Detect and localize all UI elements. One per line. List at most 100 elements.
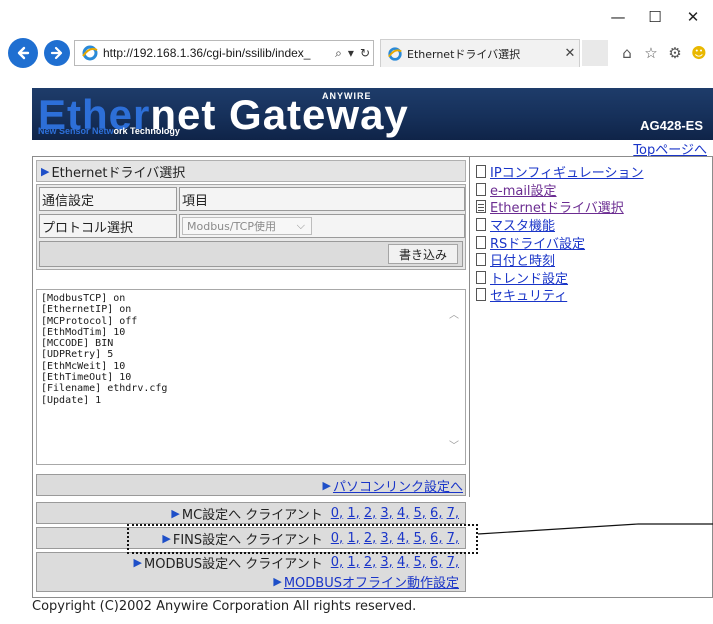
menu-item[interactable]: RSドライバ設定 [476, 233, 644, 252]
triangle-right-icon: ▶ [41, 164, 50, 178]
tab-close-icon[interactable]: ✕ [561, 46, 579, 61]
menu-item[interactable]: セキュリティ [476, 286, 644, 304]
config-line: [MCCODE] BIN [41, 338, 114, 350]
pc-link-row: ▶ パソコンリンク設定へ [36, 474, 466, 496]
minimize-button[interactable]: — [603, 4, 633, 30]
client-4-link[interactable]: 4, [397, 506, 409, 521]
home-icon[interactable]: ⌂ [617, 44, 637, 62]
modbus-row: ▶ MODBUS設定へ クライアント 0, 1, 2, 3, 4, 5, 6, … [36, 552, 466, 592]
copyright: Copyright (C)2002 Anywire Corporation Al… [32, 599, 417, 614]
client-0-link[interactable]: 0, [331, 506, 343, 521]
menu-item-link[interactable]: 日付と時刻 [490, 250, 555, 269]
client-4-link[interactable]: 4, [397, 555, 409, 570]
client-1-link[interactable]: 1, [347, 506, 359, 521]
menu-item-link[interactable]: マスタ機能 [490, 215, 555, 234]
write-button[interactable]: 書き込み [388, 244, 458, 264]
star-icon[interactable]: ☆ [641, 44, 661, 62]
new-tab-button[interactable] [582, 40, 608, 66]
client-7-link[interactable]: 7, [447, 555, 459, 570]
modbus-client-links: 0, 1, 2, 3, 4, 5, 6, 7, [331, 555, 459, 570]
config-line: [ModbusTCP] on [41, 293, 126, 304]
menu-item-link[interactable]: トレンド設定 [490, 268, 568, 287]
config-line: [Filename] ethdrv.cfg [41, 383, 168, 395]
config-line: [EthernetIP] on [41, 304, 132, 316]
mc-label: MC設定へ クライアント [181, 507, 323, 523]
header-label: 通信設定 [39, 187, 177, 211]
modbus-label: MODBUS設定へ クライアント [144, 557, 323, 572]
forward-button[interactable] [44, 40, 70, 66]
config-line: [MCProtocol] off [41, 315, 138, 327]
triangle-right-icon: ▶ [133, 556, 142, 569]
browser-tab[interactable]: Ethernetドライバ選択 ✕ [380, 39, 580, 67]
document-icon [476, 270, 486, 284]
client-2-link[interactable]: 2, [364, 506, 376, 521]
client-5-link[interactable]: 5, [414, 506, 426, 521]
config-textarea[interactable]: [ModbusTCP] on [EthernetIP] on [MCProtoc… [36, 289, 466, 465]
scroll-down-icon[interactable]: ﹀ [449, 441, 459, 452]
menu-item[interactable]: マスタ機能 [476, 216, 644, 234]
chevron-down-icon: ⌵ [296, 219, 305, 232]
modbus-client-line: ▶ MODBUS設定へ クライアント 0, 1, 2, 3, 4, 5, 6, … [37, 553, 459, 572]
document-icon [476, 218, 486, 232]
client-1-link[interactable]: 1, [347, 555, 359, 570]
menu-item[interactable]: トレンド設定 [476, 269, 644, 287]
model-name: AG428-ES [640, 118, 703, 133]
banner-brand: ANYWIRE [322, 91, 372, 101]
banner-subtitle: New Sensor Network Technology [38, 126, 180, 136]
client-5-link[interactable]: 5, [414, 555, 426, 570]
triangle-right-icon: ▶ [322, 478, 331, 492]
menu-item[interactable]: Ethernetドライバ選択 [476, 198, 644, 216]
client-0-link[interactable]: 0, [331, 555, 343, 570]
dropdown-icon[interactable]: ▾ [345, 46, 357, 60]
client-6-link[interactable]: 6, [430, 555, 442, 570]
side-menu-list: IPコンフィギュレーション e-mail設定 Ethernetドライバ選択 マスタ機能… [476, 163, 644, 304]
maximize-button[interactable]: ☐ [640, 4, 670, 30]
write-row: 書き込み [39, 241, 463, 267]
protocol-select[interactable]: Modbus/TCP使用 ⌵ [182, 217, 312, 235]
back-arrow-icon [17, 46, 30, 60]
menu-item[interactable]: e-mail設定 [476, 181, 644, 199]
client-6-link[interactable]: 6, [430, 506, 442, 521]
smiley-icon[interactable]: ☻ [689, 44, 709, 62]
client-3-link[interactable]: 3, [380, 555, 392, 570]
gear-icon[interactable]: ⚙ [665, 44, 685, 62]
config-line: [EthTimeOut] 10 [41, 372, 132, 384]
close-window-button[interactable]: ✕ [678, 4, 708, 30]
triangle-right-icon: ▶ [171, 506, 180, 520]
settings-form: 通信設定 項目 プロトコル選択 Modbus/TCP使用 ⌵ 書き込み [36, 184, 466, 270]
menu-item[interactable]: 日付と時刻 [476, 251, 644, 269]
menu-item-link[interactable]: e-mail設定 [490, 180, 557, 199]
pc-link[interactable]: パソコンリンク設定へ [333, 476, 463, 495]
protocol-row: プロトコル選択 Modbus/TCP使用 ⌵ [39, 214, 465, 238]
form-header-row: 通信設定 項目 [39, 187, 465, 211]
mc-client-links: 0, 1, 2, 3, 4, 5, 6, 7, [331, 506, 459, 521]
header-value: 項目 [179, 187, 465, 211]
client-7-link[interactable]: 7, [447, 506, 459, 521]
document-icon [476, 165, 486, 179]
back-button[interactable] [8, 38, 38, 68]
browser-toolbar: ⌂ ☆ ⚙ ☻ [617, 40, 709, 66]
ie-icon [82, 45, 98, 61]
address-url[interactable]: http://192.168.1.36/cgi-bin/ssilib/index… [103, 46, 332, 60]
refresh-icon[interactable]: ↻ [357, 46, 373, 60]
triangle-right-icon: ▶ [273, 575, 282, 588]
menu-item-link[interactable]: IPコンフィギュレーション [490, 162, 644, 181]
scroll-up-icon[interactable]: ︿ [449, 310, 459, 321]
modbus-offline-link[interactable]: MODBUSオフライン動作設定 [284, 572, 459, 591]
menu-item-link[interactable]: RSドライバ設定 [490, 233, 585, 252]
document-icon [476, 288, 486, 302]
section-title: ▶ Ethernetドライバ選択 [36, 160, 466, 182]
forward-arrow-icon [50, 46, 63, 60]
menu-item-link[interactable]: Ethernetドライバ選択 [490, 197, 624, 216]
search-icon[interactable]: ⌕ [332, 46, 345, 61]
menu-item[interactable]: IPコンフィギュレーション [476, 163, 644, 181]
menu-item-link[interactable]: セキュリティ [490, 285, 567, 304]
address-bar[interactable]: http://192.168.1.36/cgi-bin/ssilib/index… [74, 40, 374, 66]
client-2-link[interactable]: 2, [364, 555, 376, 570]
modbus-offline-line: ▶ MODBUSオフライン動作設定 [37, 572, 459, 591]
side-menu: IPコンフィギュレーション e-mail設定 Ethernetドライバ選択 マスタ機能… [469, 157, 712, 497]
config-line: [Update] 1 [41, 394, 102, 406]
client-3-link[interactable]: 3, [380, 506, 392, 521]
document-icon [476, 182, 486, 196]
callout-line [477, 523, 713, 535]
